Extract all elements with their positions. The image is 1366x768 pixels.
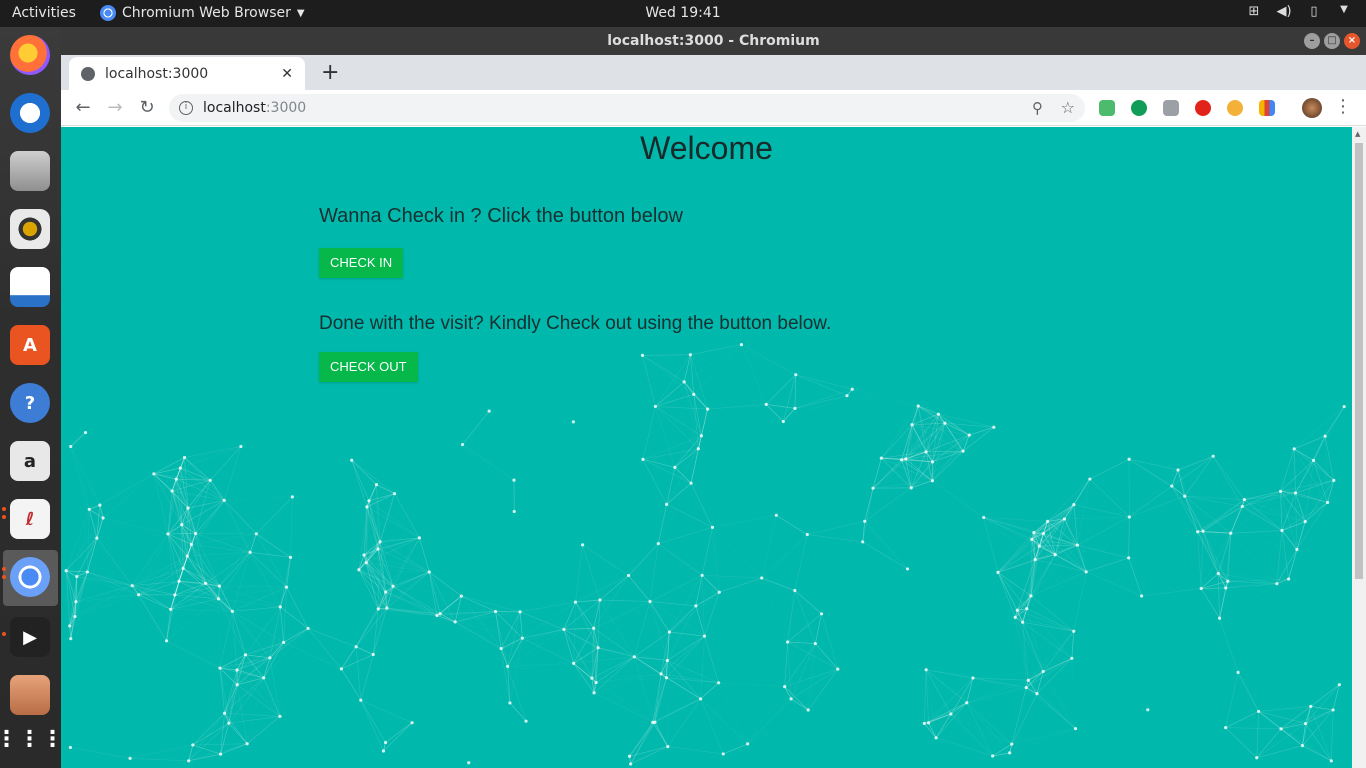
check-out-button[interactable]: CHECK OUT [319, 352, 418, 382]
running-indicator [2, 632, 6, 636]
extension-bars-icon[interactable] [1259, 100, 1275, 116]
globe-icon [81, 66, 95, 81]
chromium-dock-icon[interactable] [10, 557, 50, 597]
maximize-icon[interactable]: □ [1324, 33, 1340, 49]
minimize-icon[interactable]: – [1304, 33, 1320, 49]
extension-check-icon[interactable] [1099, 100, 1115, 116]
more-menu-icon[interactable]: ⋮ [1334, 96, 1352, 117]
new-tab-icon[interactable]: + [321, 60, 339, 85]
page-scrollbar[interactable]: ▲ [1352, 127, 1366, 768]
profile-avatar[interactable] [1302, 98, 1322, 118]
file-cabinet-icon[interactable] [10, 151, 50, 191]
system-menu-icon[interactable]: ▼ [1336, 4, 1352, 19]
system-tray[interactable]: ⊞ ◀) ▯ ▼ [1246, 4, 1352, 19]
page-title: Welcome [640, 130, 773, 166]
reload-icon[interactable]: ↻ [137, 97, 157, 118]
tab-title: localhost:3000 [105, 65, 209, 82]
thunderbird-icon[interactable] [10, 93, 50, 133]
tab-localhost[interactable]: localhost:3000 ✕ [69, 57, 305, 90]
show-applications-icon[interactable]: ⋮⋮⋮ [0, 719, 64, 759]
amazon-icon[interactable]: a [10, 441, 50, 481]
window-controls: – □ × [1304, 33, 1360, 49]
firefox-icon[interactable] [10, 35, 50, 75]
activities-button[interactable]: Activities [12, 5, 76, 21]
app-menu-label: Chromium Web Browser [122, 5, 291, 21]
running-indicator [2, 567, 6, 571]
ubuntu-software-icon[interactable]: A [10, 325, 50, 365]
top-bar: Activities Chromium Web Browser ▼ Wed 19… [0, 0, 1366, 27]
scroll-up-icon[interactable]: ▲ [1355, 130, 1360, 138]
extension-face-icon[interactable] [1227, 100, 1243, 116]
tab-strip: localhost:3000 ✕ + [61, 55, 1366, 90]
libreoffice-writer-icon[interactable] [10, 267, 50, 307]
media-player-icon[interactable]: ▶ [10, 617, 50, 657]
network-icon[interactable]: ⊞ [1246, 4, 1262, 19]
network-background [64, 342, 1346, 766]
checkin-prompt: Wanna Check in ? Click the button below [319, 205, 683, 227]
check-in-button[interactable]: CHECK IN [319, 248, 404, 278]
close-window-icon[interactable]: × [1344, 33, 1360, 49]
url-host: localhost [203, 100, 266, 116]
document-viewer-icon[interactable]: ℓ [10, 499, 50, 539]
running-indicator [2, 515, 6, 519]
battery-icon[interactable]: ▯ [1306, 4, 1322, 19]
volume-icon[interactable]: ◀) [1276, 4, 1292, 19]
rhythmbox-icon[interactable] [10, 209, 50, 249]
extension-shield-icon[interactable] [1195, 100, 1211, 116]
bookmark-star-icon[interactable]: ☆ [1061, 94, 1075, 122]
toolbar: ← → ↻ i localhost:3000 ⚲ ☆ ⋮ [61, 90, 1366, 126]
chevron-down-icon: ▼ [296, 7, 305, 19]
running-indicator [2, 507, 6, 511]
extension-chat-icon[interactable] [1131, 100, 1147, 116]
browser-window: localhost:3000 - Chromium – □ × localhos… [61, 27, 1366, 768]
address-bar[interactable]: i localhost:3000 ⚲ ☆ [169, 94, 1085, 122]
back-icon[interactable]: ← [73, 97, 93, 118]
scrollbar-thumb[interactable] [1355, 143, 1363, 579]
window-title: localhost:3000 - Chromium [607, 33, 820, 49]
forward-icon[interactable]: → [105, 97, 125, 118]
checkout-prompt: Done with the visit? Kindly Check out us… [319, 313, 832, 334]
window-titlebar[interactable]: localhost:3000 - Chromium – □ × [61, 27, 1366, 55]
close-tab-icon[interactable]: ✕ [281, 66, 293, 82]
url-port: :3000 [265, 100, 307, 116]
extension-captions-icon[interactable] [1163, 100, 1179, 116]
info-icon[interactable]: i [179, 101, 193, 115]
app-menu[interactable]: Chromium Web Browser ▼ [100, 5, 305, 21]
files-icon[interactable] [10, 675, 50, 715]
zoom-icon[interactable]: ⚲ [1032, 94, 1043, 122]
help-icon[interactable]: ? [10, 383, 50, 423]
dock: A ? a ℓ ▶ ⋮⋮⋮ [0, 27, 64, 768]
running-indicator [2, 575, 6, 579]
chromium-icon [100, 5, 116, 21]
page-content: Welcome Wanna Check in ? Click the butto… [61, 127, 1352, 768]
